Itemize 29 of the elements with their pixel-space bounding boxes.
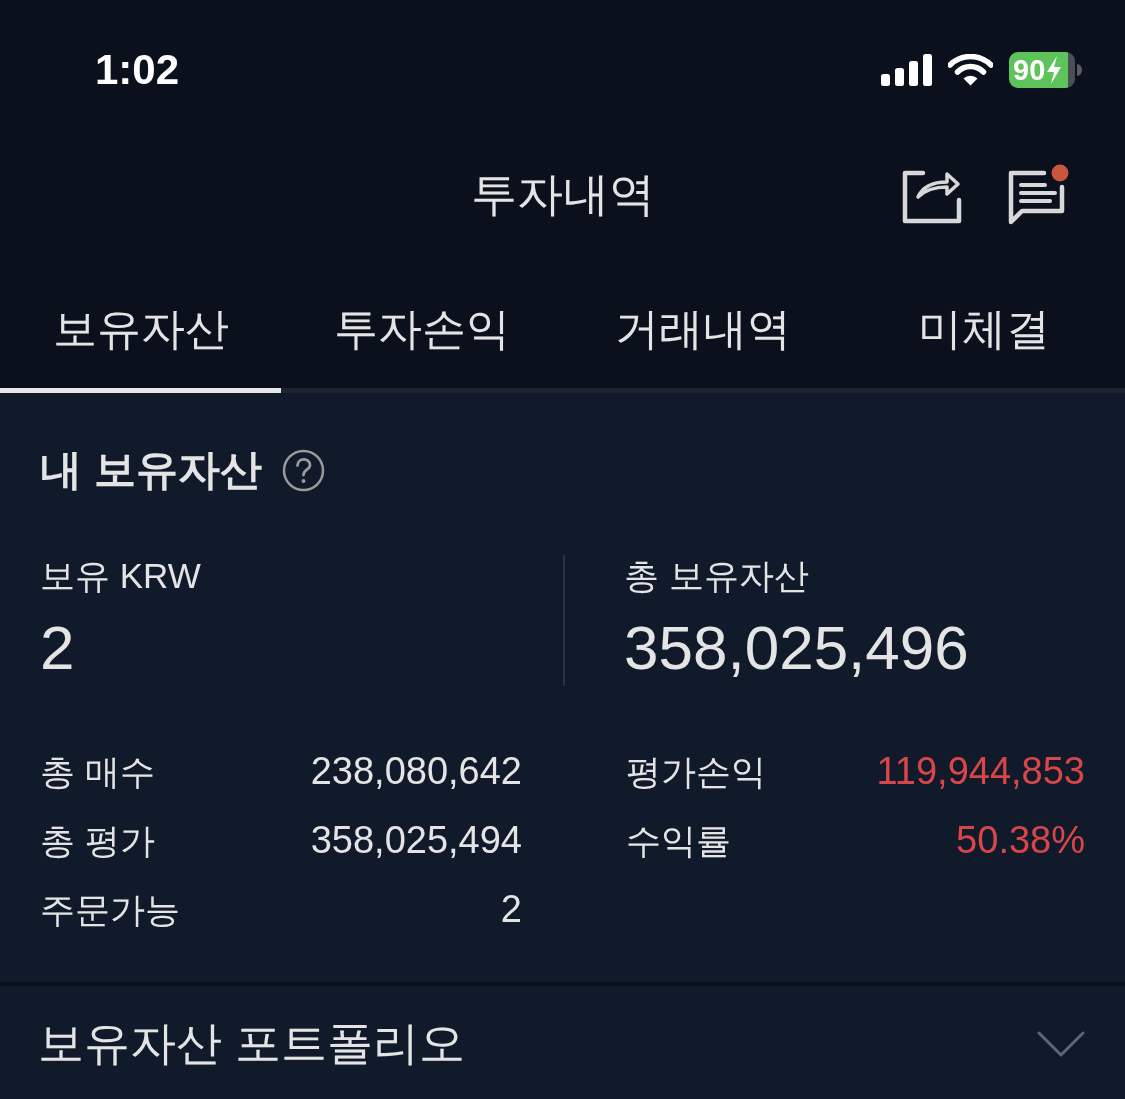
tab[interactable]: 미체결 bbox=[843, 250, 1125, 393]
summary-label: 주문가능 bbox=[40, 889, 180, 932]
battery-percentage: 90 bbox=[1013, 55, 1046, 85]
summary-value: 2 bbox=[500, 887, 522, 933]
summary-label: 평가손익 bbox=[626, 751, 766, 794]
battery-cap-icon bbox=[1077, 64, 1082, 76]
summary-value: 50.38% bbox=[956, 818, 1085, 864]
status-time: 1:02 bbox=[95, 49, 180, 91]
help-button[interactable] bbox=[281, 448, 325, 492]
tab[interactable]: 보유자산 bbox=[0, 250, 282, 393]
held-krw-label: 보유 KRW bbox=[40, 555, 201, 598]
total-assets-label: 총 보유자산 bbox=[624, 555, 809, 598]
held-krw-value: 2 bbox=[40, 612, 75, 685]
messages-button[interactable] bbox=[1008, 164, 1070, 226]
total-assets-value: 358,025,496 bbox=[624, 612, 969, 685]
summary-value: 358,025,494 bbox=[310, 818, 522, 864]
portfolio-title: 보유자산 포트폴리오 bbox=[38, 1015, 465, 1071]
summary-value: 238,080,642 bbox=[310, 749, 522, 795]
wifi-icon bbox=[948, 54, 993, 86]
section-title: 내 보유자산 bbox=[40, 445, 262, 495]
tab[interactable]: 투자손익 bbox=[281, 250, 563, 393]
summary-label: 총 평가 bbox=[40, 820, 155, 863]
signal-icon bbox=[881, 54, 932, 86]
summary-value: 119,944,853 bbox=[876, 749, 1085, 795]
portfolio-header[interactable]: 보유자산 포트폴리오 bbox=[0, 986, 1125, 1099]
summary-label: 수익률 bbox=[626, 820, 731, 863]
page-title: 투자내역 bbox=[470, 167, 655, 223]
tab[interactable]: 거래내역 bbox=[562, 250, 844, 393]
summary-label: 총 매수 bbox=[40, 751, 155, 794]
